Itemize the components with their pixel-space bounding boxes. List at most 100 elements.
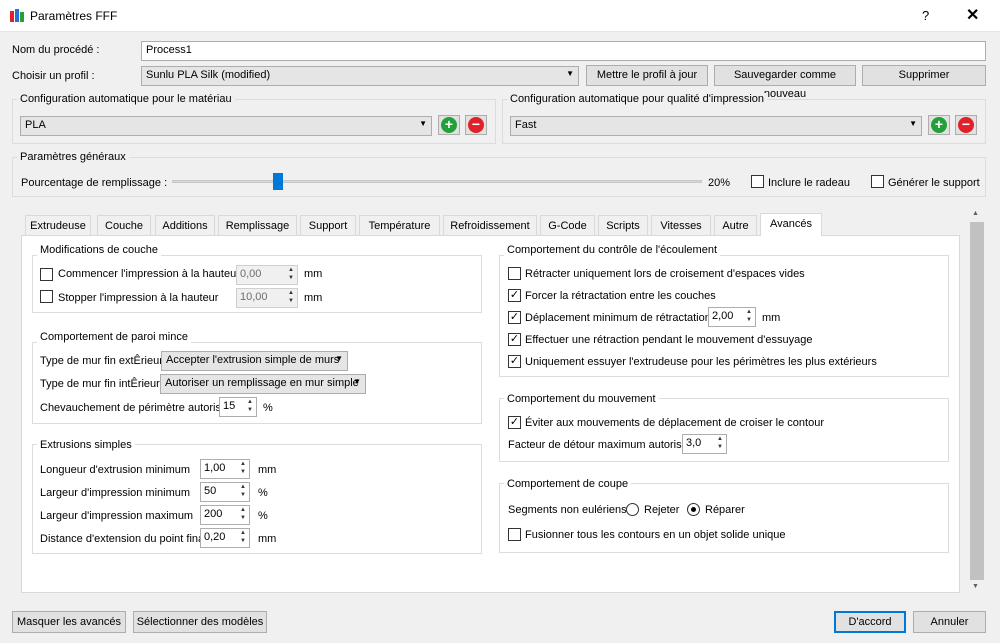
spin-arrows-icon[interactable]: ▲ ▼ (285, 266, 297, 284)
endpoint-value: 0,20 (204, 531, 226, 543)
add-quality-button[interactable]: + (928, 115, 950, 135)
tab-vitesses[interactable]: Vitesses (651, 215, 711, 236)
save-new-profile-button[interactable]: Sauvegarder comme nouveau (714, 65, 856, 100)
spin-arrows-icon[interactable]: ▲ ▼ (237, 460, 249, 478)
process-name-label: Nom du procédé : (12, 44, 100, 56)
stop-height-label: Stopper l'impression à la hauteur (58, 292, 219, 304)
raft-checkbox[interactable] (751, 175, 764, 188)
help-button[interactable]: ? (922, 8, 929, 23)
stop-height-checkbox[interactable] (40, 290, 53, 303)
process-name-input[interactable]: Process1 (141, 41, 986, 61)
min-travel-unit: mm (762, 312, 781, 324)
ok-button[interactable]: D'accord (834, 611, 906, 633)
min-travel-input[interactable]: 2,00 ▲ ▼ (708, 307, 756, 327)
scrollbar-thumb[interactable] (970, 222, 984, 580)
add-material-button[interactable]: + (438, 115, 460, 135)
plus-icon: + (931, 117, 947, 133)
infill-label: Pourcentage de remplissage : (21, 177, 168, 189)
spin-arrows-icon[interactable]: ▲ ▼ (237, 506, 249, 524)
raft-label: Inclure le radeau (768, 177, 850, 189)
tab-extrudeuse[interactable]: Extrudeuse (25, 215, 91, 236)
start-height-label: Commencer l'impression à la hauteur (58, 268, 240, 280)
spin-arrows-icon[interactable]: ▲ ▼ (244, 398, 256, 416)
chevron-down-icon: ▼ (419, 119, 427, 128)
remove-quality-button[interactable]: − (955, 115, 977, 135)
scroll-down-icon[interactable]: ▼ (972, 583, 979, 590)
single-ext-title: Extrusions simples (37, 439, 135, 451)
chevron-down-icon: ▼ (909, 119, 917, 128)
min-width-input[interactable]: 50 ▲ ▼ (200, 482, 250, 502)
endpoint-label: Distance d'extension du point final (40, 533, 207, 545)
tab-couche[interactable]: Couche (97, 215, 151, 236)
retract-empty-checkbox[interactable] (508, 267, 521, 280)
spin-arrows-icon[interactable]: ▲ ▼ (714, 435, 726, 453)
avoid-outline-checkbox[interactable]: ✓ (508, 416, 521, 429)
app-icon (10, 9, 24, 22)
min-travel-checkbox[interactable]: ✓ (508, 311, 521, 324)
max-width-label: Largeur d'impression maximum (40, 510, 194, 522)
force-retract-label: Forcer la rétractation entre les couches (525, 290, 716, 302)
tab-autre[interactable]: Autre (714, 215, 757, 236)
material-select[interactable]: PLA ▼ (20, 116, 432, 136)
spin-arrows-icon[interactable]: ▲ ▼ (237, 529, 249, 547)
spin-arrows-icon[interactable]: ▲ ▼ (237, 483, 249, 501)
material-select-value: PLA (25, 119, 46, 131)
hide-advanced-button[interactable]: Masquer les avancés (12, 611, 126, 633)
spin-arrows-icon[interactable]: ▲ ▼ (743, 308, 755, 326)
material-group-title: Configuration automatique pour le matéri… (17, 93, 235, 105)
start-height-input[interactable]: 0,00 ▲ ▼ (236, 265, 298, 285)
delete-profile-button[interactable]: Supprimer (862, 65, 986, 86)
merge-checkbox[interactable] (508, 528, 521, 541)
chevron-down-icon: ▼ (566, 69, 574, 78)
outer-wall-select[interactable]: Accepter l'extrusion simple de murs ▼ (161, 351, 348, 371)
quality-select[interactable]: Fast ▼ (510, 116, 922, 136)
tab-temperature[interactable]: Température (359, 215, 440, 236)
wipe-outer-checkbox[interactable]: ✓ (508, 355, 521, 368)
repair-radio[interactable] (687, 503, 700, 516)
start-height-checkbox[interactable] (40, 268, 53, 281)
reject-radio[interactable] (626, 503, 639, 516)
tab-scripts[interactable]: Scripts (598, 215, 648, 236)
endpoint-input[interactable]: 0,20 ▲ ▼ (200, 528, 250, 548)
force-retract-checkbox[interactable]: ✓ (508, 289, 521, 302)
scrollbar[interactable]: ▲ ▼ (968, 208, 986, 594)
support-label: Générer le support (888, 177, 980, 189)
profile-select-value: Sunlu PLA Silk (modified) (146, 69, 271, 81)
merge-label: Fusionner tous les contours en un objet … (525, 529, 786, 541)
inner-wall-value: Autoriser un remplissage en mur simple (165, 377, 359, 389)
remove-material-button[interactable]: − (465, 115, 487, 135)
plus-icon: + (441, 117, 457, 133)
profile-select[interactable]: Sunlu PLA Silk (modified) ▼ (141, 66, 579, 86)
infill-slider-handle[interactable] (273, 173, 283, 190)
spin-arrows-icon[interactable]: ▲ ▼ (285, 289, 297, 307)
tab-avances[interactable]: Avancés (760, 213, 822, 236)
close-icon[interactable]: ✕ (966, 5, 979, 25)
stop-height-unit: mm (304, 292, 323, 304)
inner-wall-select[interactable]: Autoriser un remplissage en mur simple ▼ (160, 374, 366, 394)
support-checkbox[interactable] (871, 175, 884, 188)
scroll-up-icon[interactable]: ▲ (972, 210, 979, 217)
min-width-label: Largeur d'impression minimum (40, 487, 191, 499)
slicing-group (499, 483, 949, 553)
tab-additions[interactable]: Additions (155, 215, 215, 236)
overlap-input[interactable]: 15 ▲ ▼ (219, 397, 257, 417)
start-height-unit: mm (304, 268, 323, 280)
infill-slider-track[interactable] (172, 180, 702, 183)
tab-gcode[interactable]: G-Code (540, 215, 595, 236)
overlap-label: Chevauchement de périmètre autorisé (40, 402, 228, 414)
cancel-button[interactable]: Annuler (913, 611, 986, 633)
max-width-input[interactable]: 200 ▲ ▼ (200, 505, 250, 525)
minus-icon: − (958, 117, 974, 133)
tab-remplissage[interactable]: Remplissage (218, 215, 297, 236)
select-models-button[interactable]: Sélectionner des modèles (133, 611, 267, 633)
tab-refroidissement[interactable]: Refroidissement (443, 215, 537, 236)
tab-support[interactable]: Support (300, 215, 356, 236)
detour-input[interactable]: 3,0 ▲ ▼ (682, 434, 727, 454)
wipe-retract-checkbox[interactable]: ✓ (508, 333, 521, 346)
update-profile-button[interactable]: Mettre le profil à jour (586, 65, 708, 86)
min-length-input[interactable]: 1,00 ▲ ▼ (200, 459, 250, 479)
avoid-outline-label: Éviter aux mouvements de déplacement de … (525, 417, 824, 429)
movement-title: Comportement du mouvement (504, 393, 659, 405)
general-group-title: Paramètres généraux (17, 151, 129, 163)
stop-height-input[interactable]: 10,00 ▲ ▼ (236, 288, 298, 308)
